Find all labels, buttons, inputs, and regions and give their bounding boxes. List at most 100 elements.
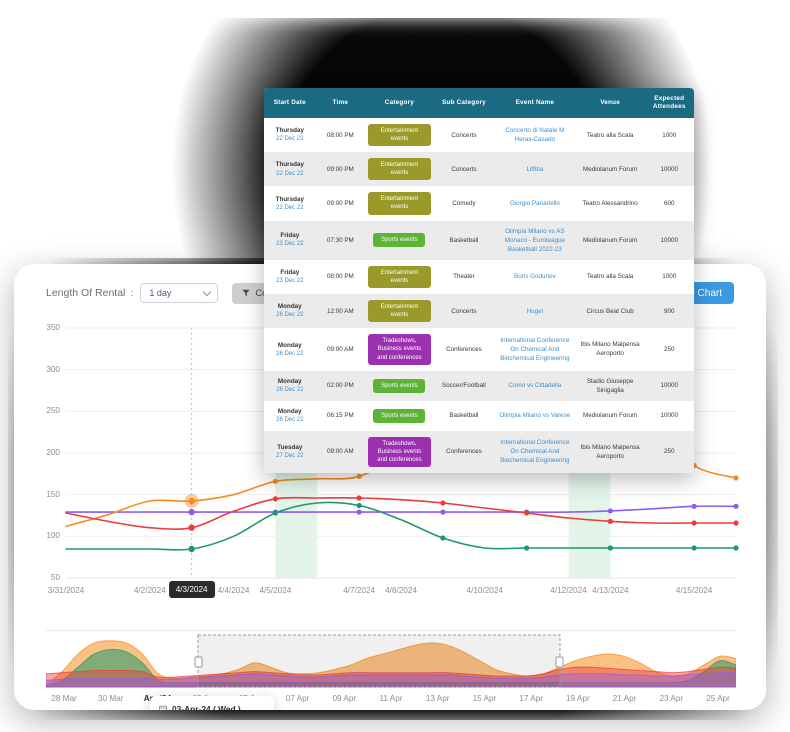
cell-venue: Stadio Giuseppe Sinigaglia <box>586 377 634 394</box>
x-axis-tick-label: 4/15/2024 <box>675 586 713 595</box>
category-badge: Tradeshows, Business events and conferen… <box>368 334 431 365</box>
data-point-marker <box>356 509 362 515</box>
navigator-svg <box>45 634 737 688</box>
data-point-marker <box>691 503 697 509</box>
column-header-event-name[interactable]: Event Name <box>494 88 576 118</box>
cell-event-name[interactable]: International Conference On Chemical And… <box>494 328 576 370</box>
column-header-time[interactable]: Time <box>315 88 366 118</box>
start-date: 23 Dec 22 <box>276 241 304 248</box>
cell-event-name[interactable]: Como vs Cittadella <box>494 371 576 401</box>
cell-sub-category: Theater <box>453 273 475 281</box>
start-day: Thursday <box>275 127 304 135</box>
data-point-marker <box>272 496 278 502</box>
data-point-marker <box>356 495 362 501</box>
start-day: Monday <box>277 341 302 349</box>
cell-category: Tradeshows, Business events and conferen… <box>365 328 434 370</box>
navigator-tick-label: 11 Apr <box>379 694 403 703</box>
cell-event-name[interactable]: Concerto di Natale M Heras-Casado <box>494 118 576 152</box>
cell-category: Entertainment events <box>365 260 434 294</box>
length-of-rental-select[interactable]: 1 day <box>140 283 219 303</box>
cell-sub-category: Basketball <box>449 236 479 244</box>
cell-time: 02:00 PM <box>326 382 354 390</box>
navigator-tick-label: 09 Apr <box>332 694 357 703</box>
cell-event-name[interactable]: Hugel <box>494 294 576 328</box>
y-axis-tick-label: 250 <box>46 406 60 416</box>
data-point-marker <box>733 545 739 551</box>
cell-event-name[interactable]: Giorgio Panariello <box>494 186 576 220</box>
cell-event-name[interactable]: Olimpia Milano vs AS Monaco - Euroleague… <box>494 221 576 260</box>
navigator-tick-label: 30 Mar <box>97 694 124 703</box>
column-header-sub-category[interactable]: Sub Category <box>433 88 495 118</box>
cell-time: 08:00 PM <box>326 273 354 281</box>
x-axis-tick-label: 4/7/2024 <box>343 586 376 595</box>
start-date: 22 Dec 22 <box>276 170 304 177</box>
cell-venue: Mediolanum Forum <box>582 412 638 420</box>
x-axis-tick-label: 4/5/2024 <box>259 586 292 595</box>
cell-event-name[interactable]: Boris Godunov <box>494 260 576 294</box>
start-day: Friday <box>280 269 300 277</box>
table-row[interactable]: Monday 26 Dec 22 02:00 PM Sports events Socc… <box>264 370 694 401</box>
column-header-venue[interactable]: Venue <box>575 88 645 118</box>
cell-time: 09:00 AM <box>327 448 354 456</box>
cell-start-date: Monday 26 Dec 22 <box>264 371 316 401</box>
cell-event-name[interactable]: International Conference On Chemical And… <box>494 431 576 473</box>
cell-venue: Ibis Milano Malpensa Aeroporto <box>580 341 640 358</box>
navigator-selection <box>197 634 561 688</box>
table-row[interactable]: Monday 26 Dec 22 09:00 AM Tradeshows, Busin… <box>264 328 694 371</box>
navigator-tick-label: 17 Apr <box>519 694 543 703</box>
category-badge: Tradeshows, Business events and conferen… <box>368 436 431 467</box>
table-row[interactable]: Monday 26 Dec 22 12:00 AM Entertainment eve… <box>264 294 694 329</box>
column-header-category[interactable]: Category <box>365 88 434 118</box>
column-header-start-date[interactable]: Start Date <box>264 88 316 118</box>
y-axis-tick-label: 50 <box>50 573 60 582</box>
start-day: Monday <box>277 303 302 311</box>
cell-start-date: Thursday 22 Dec 22 <box>264 118 316 152</box>
cell-time: 09:00 PM <box>326 165 354 173</box>
cell-time: 07:30 PM <box>326 236 354 244</box>
cell-venue: Circus Beat Club <box>586 307 634 315</box>
navigator-handle-left <box>194 656 203 668</box>
category-badge: Entertainment events <box>368 124 431 147</box>
table-header-row: Start Date Time Category Sub Category Ev… <box>264 88 694 118</box>
cell-venue: Teatro alla Scala <box>586 131 634 139</box>
length-of-rental-label: Length Of Rental <box>46 287 126 299</box>
active-point-halo <box>184 494 199 509</box>
cell-category: Sports events <box>365 371 434 401</box>
navigator-tick-label: 15 Apr <box>472 694 497 703</box>
data-point-marker <box>524 510 530 516</box>
table-row[interactable]: Monday 26 Dec 22 06:15 PM Sports events Bask… <box>264 400 694 431</box>
range-navigator[interactable] <box>45 630 737 692</box>
cell-start-date: Monday 26 Dec 22 <box>264 294 316 328</box>
column-header-expected-attendees[interactable]: Expected Attendees <box>644 88 694 118</box>
length-of-rental-value: 1 day <box>149 288 172 298</box>
table-row[interactable]: Friday 23 Dec 22 07:30 PM Sports events Bask… <box>264 220 694 260</box>
events-table-body: Thursday 22 Dec 22 08:00 PM Entertainment e… <box>264 118 694 473</box>
navigator-tick-label: 19 Apr <box>566 694 590 703</box>
start-date: 23 Dec 22 <box>276 278 304 285</box>
cell-event-name[interactable]: Litfiba <box>494 152 576 186</box>
start-day: Tuesday <box>277 443 303 451</box>
data-point-marker <box>607 518 613 524</box>
cell-category: Sports events <box>365 221 434 260</box>
event-link: Hugel <box>526 307 544 315</box>
series-line <box>65 496 737 530</box>
cell-start-date: Thursday 22 Dec 22 <box>264 186 316 220</box>
tooltip-header: 03-Apr-24 ( Wed ) <box>159 704 265 710</box>
table-row[interactable]: Thursday 22 Dec 22 09:00 PM Entertainment e… <box>264 152 694 187</box>
x-axis-tick-label: 4/4/2024 <box>217 586 250 595</box>
start-day: Thursday <box>275 195 304 203</box>
start-day: Monday <box>277 407 302 415</box>
data-point-marker-active <box>188 508 195 516</box>
table-row[interactable]: Friday 23 Dec 22 08:00 PM Entertainment eve… <box>264 259 694 295</box>
cell-time: 06:15 PM <box>326 412 354 420</box>
cell-category: Entertainment events <box>365 186 434 220</box>
table-row[interactable]: Thursday 22 Dec 22 08:00 PM Entertainment e… <box>264 118 694 153</box>
cell-time: 12:00 AM <box>327 307 354 315</box>
table-row[interactable]: Tuesday 27 Dec 22 09:00 AM Tradeshows, Busi… <box>264 430 694 473</box>
cell-expected-attendees: 10000 <box>660 382 678 390</box>
cell-start-date: Friday 23 Dec 22 <box>264 221 316 260</box>
cell-event-name[interactable]: Olimpia Milano vs Varese <box>494 401 576 431</box>
table-row[interactable]: Thursday 22 Dec 22 09:00 PM Entertainment e… <box>264 186 694 221</box>
cell-category: Sports events <box>365 401 434 431</box>
event-link: Boris Godunov <box>514 273 556 281</box>
